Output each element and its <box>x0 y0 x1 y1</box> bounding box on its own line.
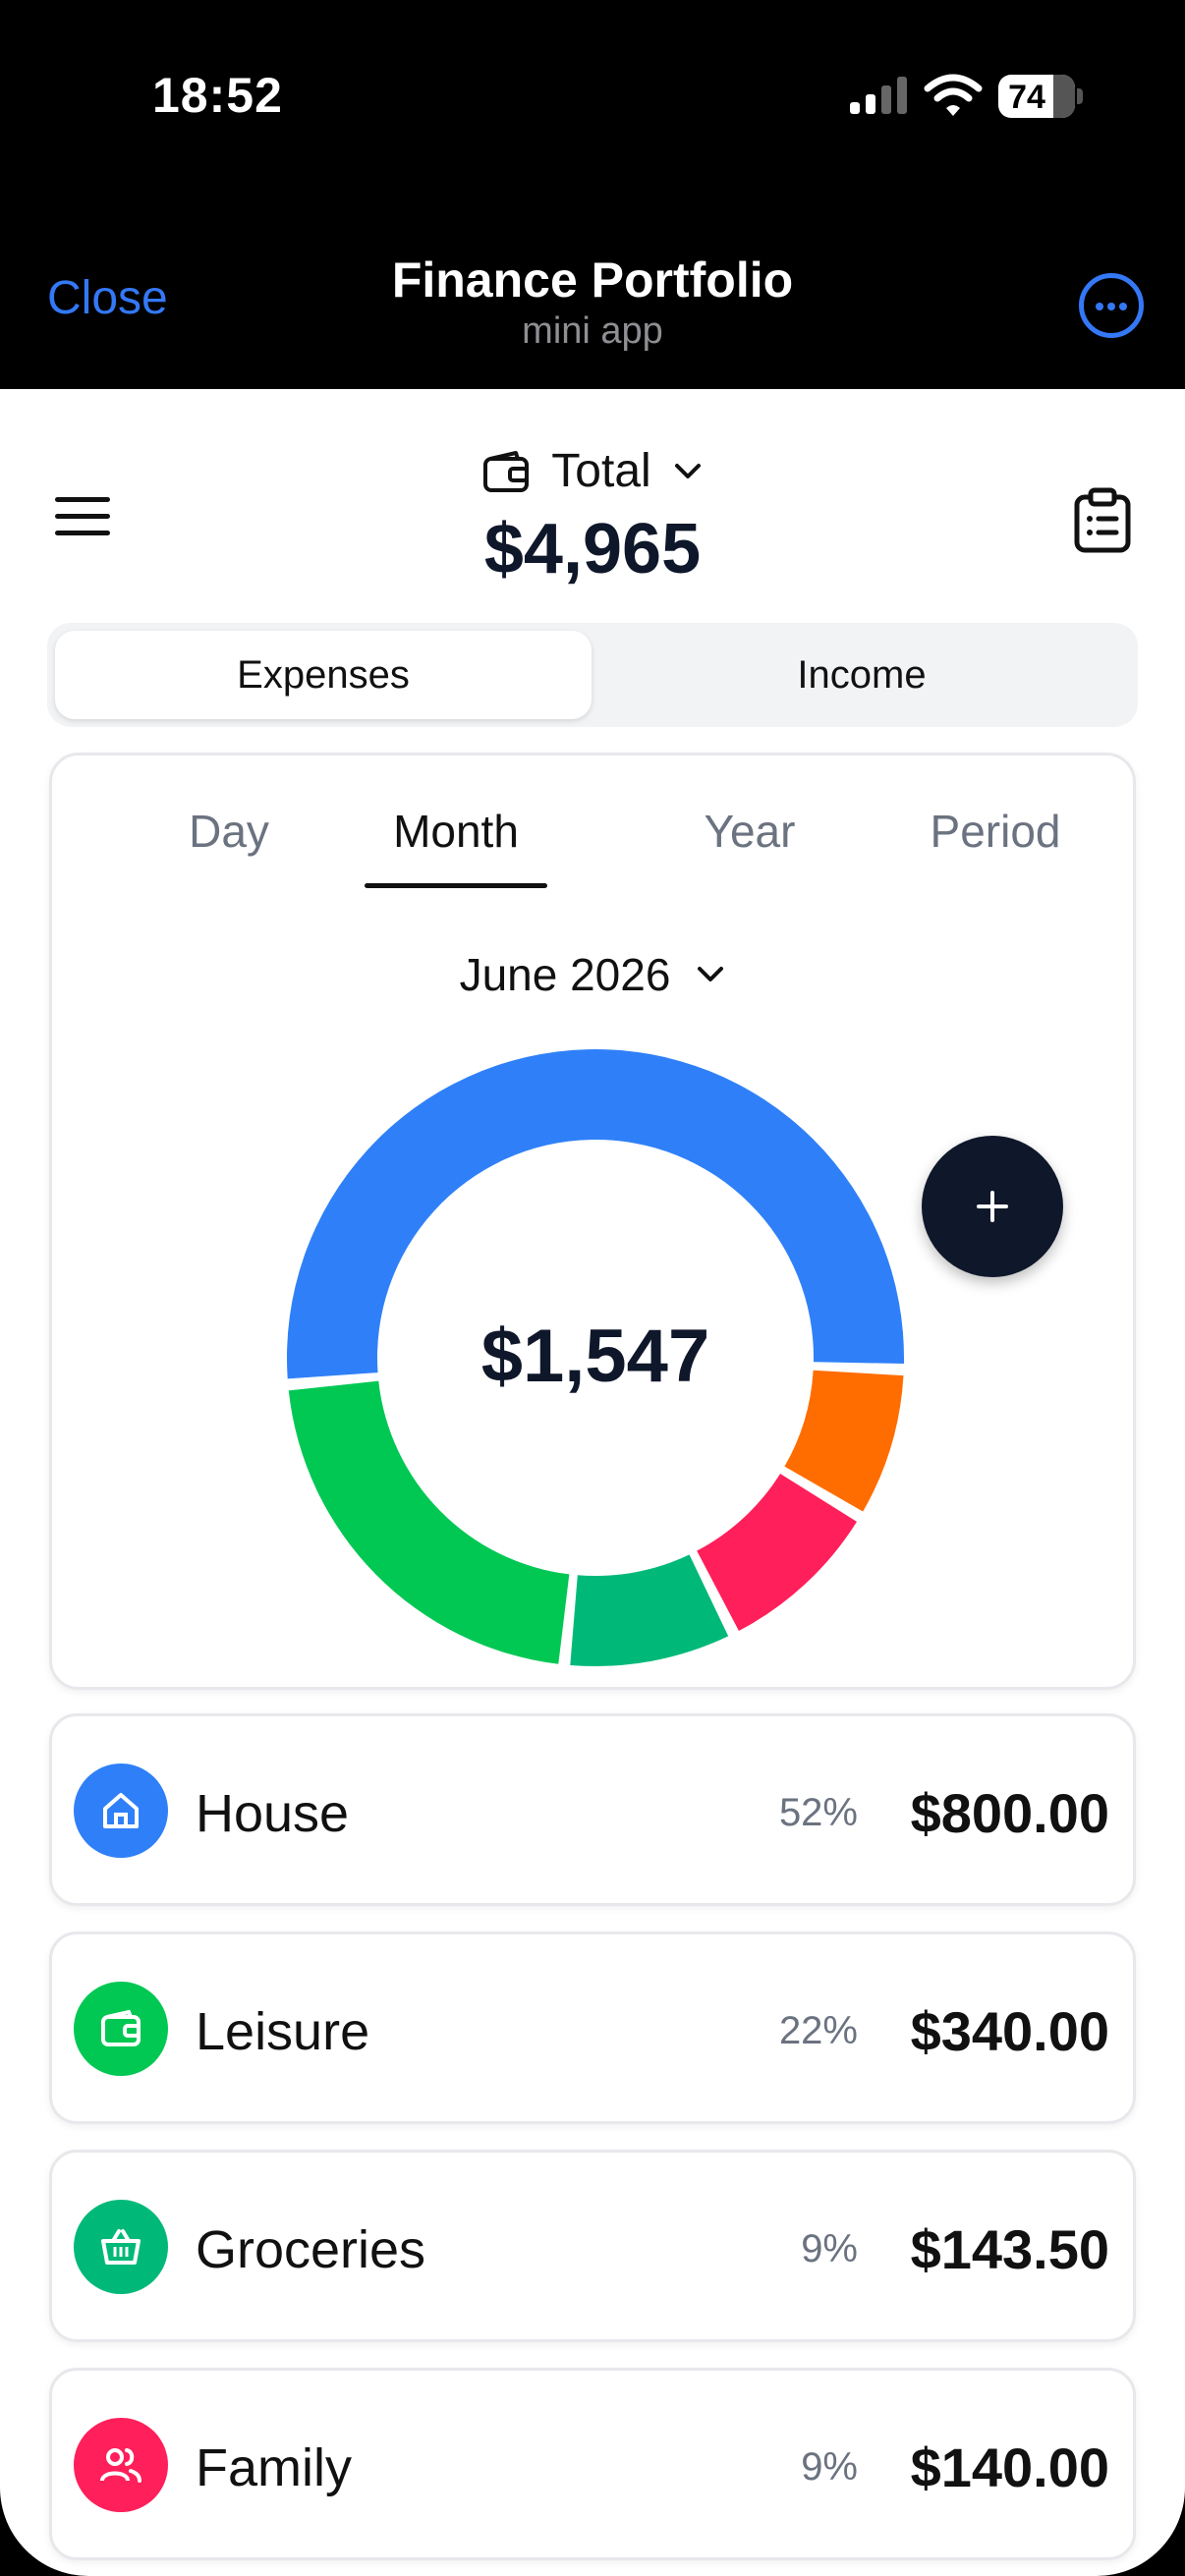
status-bar: 18:52 74 <box>0 0 1185 196</box>
battery-icon: 74 <box>998 75 1083 118</box>
expenses-donut-chart: $1,547 <box>287 1049 905 1666</box>
category-percent: 22% <box>778 2009 858 2052</box>
donut-slice-leisure <box>288 1380 570 1664</box>
clipboard-list-icon[interactable] <box>1073 487 1132 554</box>
chevron-down-icon <box>698 967 724 981</box>
tab-month[interactable]: Month <box>365 805 547 858</box>
month-label: June 2026 <box>459 949 671 1000</box>
add-transaction-button[interactable] <box>922 1136 1063 1277</box>
category-name: House <box>196 1784 350 1843</box>
basket-icon <box>74 2200 168 2294</box>
category-name: Groceries <box>196 2220 426 2279</box>
segment-expenses[interactable]: Expenses <box>55 631 592 719</box>
content-sheet: Total $4,965 Expenses Income Day Month Y… <box>0 389 1185 2576</box>
category-amount: $143.50 <box>910 2218 1109 2280</box>
category-percent: 9% <box>801 2227 858 2270</box>
type-segmented-control: Expenses Income <box>47 623 1138 727</box>
active-tab-indicator <box>365 883 547 888</box>
category-row-leisure[interactable]: Leisure 22% $340.00 <box>49 1932 1136 2124</box>
category-row-house[interactable]: House 52% $800.00 <box>49 1713 1136 1906</box>
category-amount: $140.00 <box>910 2436 1109 2498</box>
total-balance: $4,965 <box>483 510 702 588</box>
app-subtitle: mini app <box>522 310 663 352</box>
category-name: Family <box>196 2438 352 2497</box>
plus-icon <box>977 1191 1008 1222</box>
category-row-groceries[interactable]: Groceries 9% $143.50 <box>49 2150 1136 2342</box>
cellular-signal-icon <box>850 77 907 114</box>
more-options-button[interactable] <box>1079 273 1144 338</box>
category-row-family[interactable]: Family 9% $140.00 <box>49 2368 1136 2560</box>
battery-level: 74 <box>1008 79 1045 116</box>
tab-year[interactable]: Year <box>651 805 848 858</box>
chart-center-total: $1,547 <box>481 1315 709 1398</box>
tab-day[interactable]: Day <box>131 805 327 858</box>
donut-slice-family <box>697 1473 857 1632</box>
month-selector[interactable]: June 2026 <box>52 948 1133 1001</box>
donut-slice-groceries <box>570 1554 729 1666</box>
wallet-icon <box>74 1982 168 2076</box>
category-amount: $340.00 <box>910 2000 1109 2062</box>
category-amount: $800.00 <box>910 1782 1109 1844</box>
category-name: Leisure <box>196 2002 370 2061</box>
segment-income[interactable]: Income <box>593 631 1130 719</box>
app-title: Finance Portfolio <box>391 252 794 308</box>
app-header: Close Finance Portfolio mini app <box>0 196 1185 391</box>
wallet-selector[interactable]: Total <box>0 444 1185 499</box>
wifi-icon <box>924 74 983 116</box>
users-icon <box>74 2418 168 2512</box>
home-icon <box>74 1764 168 1858</box>
status-time: 18:52 <box>152 68 283 123</box>
wallet-icon <box>483 450 530 492</box>
chevron-down-icon <box>674 463 701 478</box>
category-percent: 9% <box>801 2445 858 2489</box>
category-percent: 52% <box>778 1791 858 1834</box>
wallet-label: Total <box>551 445 651 497</box>
tab-period[interactable]: Period <box>897 805 1094 858</box>
